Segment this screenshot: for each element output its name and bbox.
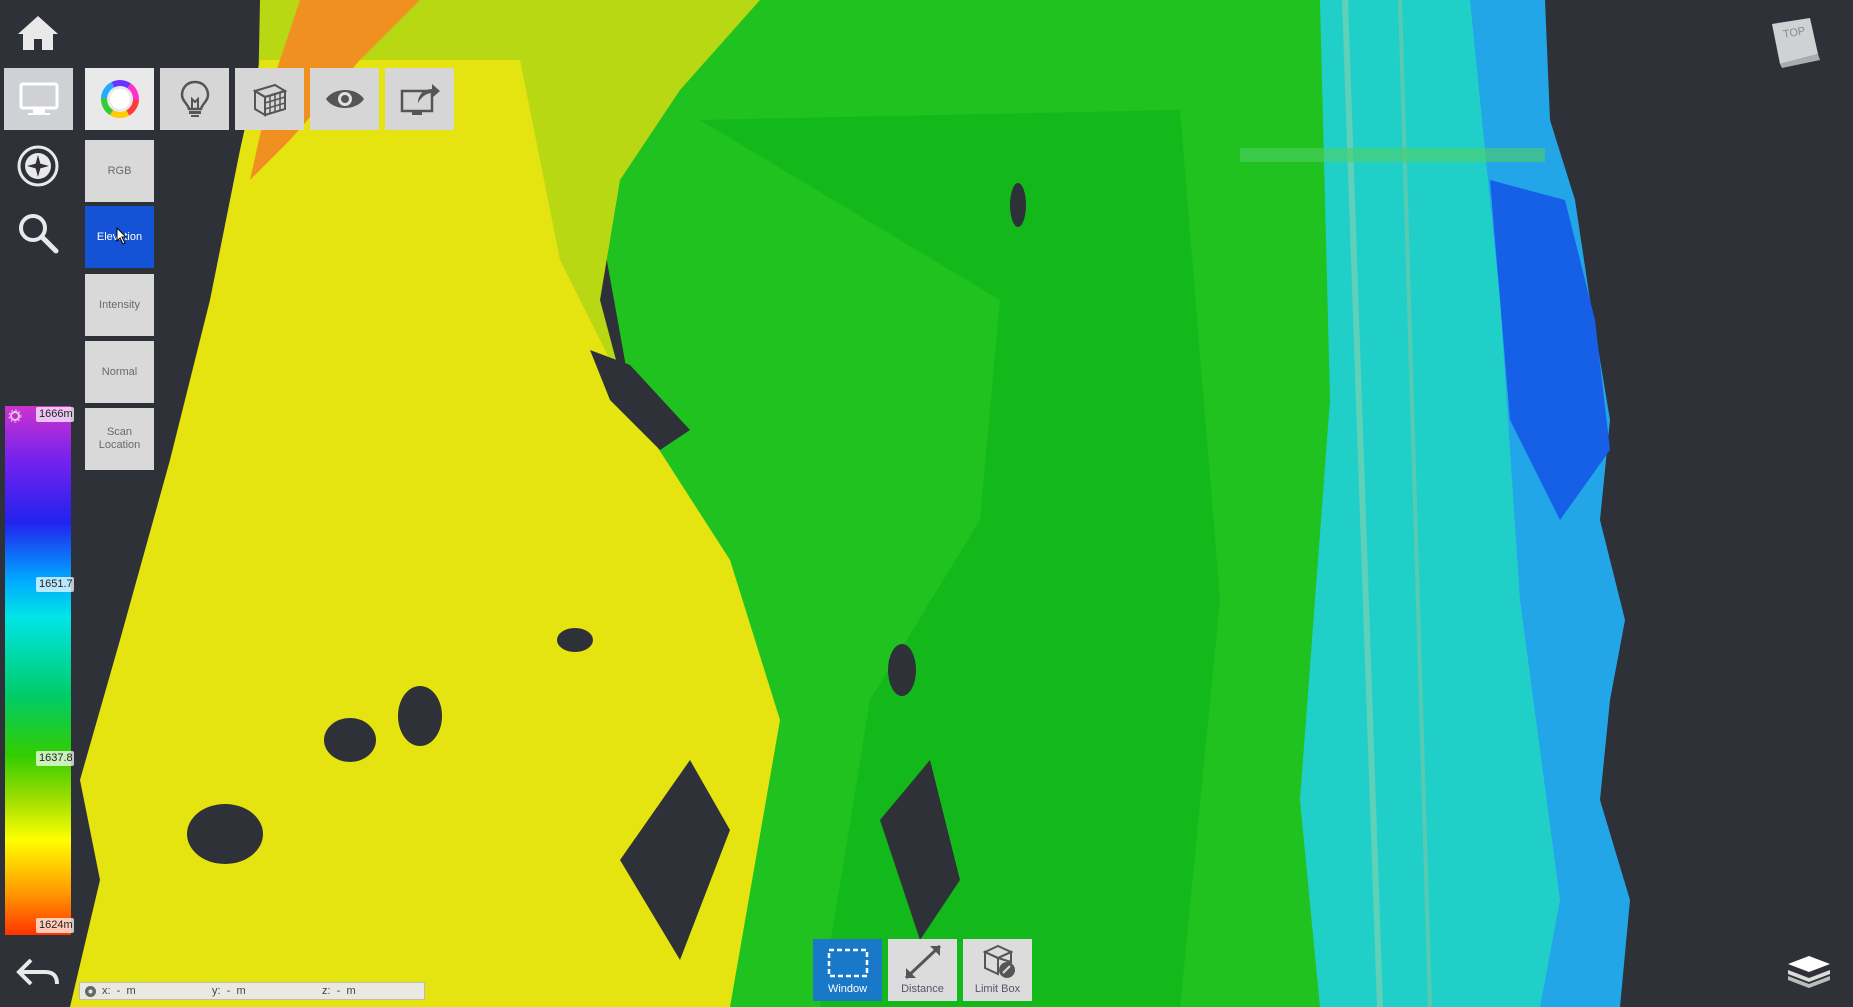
search-button[interactable]: [10, 205, 66, 261]
home-icon: [18, 16, 58, 50]
limit-box-icon: [982, 944, 1015, 978]
search-icon: [19, 214, 59, 254]
limit-box-button[interactable]: Limit Box: [963, 939, 1032, 1001]
window-label: Window: [827, 983, 868, 995]
scale-mid-high-label: 1651.7: [36, 577, 74, 592]
display-mode-button[interactable]: [4, 68, 73, 130]
layers-icon: [1788, 956, 1830, 988]
clipping-box-button[interactable]: [235, 68, 304, 130]
color-mode-button[interactable]: [85, 68, 154, 130]
compass-small-icon: [85, 986, 96, 997]
back-arrow-icon: [16, 958, 59, 986]
elevation-color-scale[interactable]: [5, 406, 71, 935]
coord-z: z: - m: [322, 985, 356, 997]
visibility-button[interactable]: [310, 68, 379, 130]
lighting-button[interactable]: [160, 68, 229, 130]
color-wheel-icon: [100, 80, 139, 118]
lightbulb-icon: [180, 80, 209, 117]
share-screen-icon: [400, 84, 440, 115]
scale-mid-low-label: 1637.8: [36, 751, 74, 766]
color-mode-normal[interactable]: Normal: [85, 341, 154, 403]
monitor-icon: [19, 82, 58, 115]
distance-label: Distance: [901, 983, 944, 995]
color-mode-scan-location[interactable]: Scan Location: [85, 408, 154, 470]
color-mode-intensity[interactable]: Intensity: [85, 274, 154, 336]
coord-x: x: - m: [102, 985, 136, 997]
color-mode-label: RGB: [107, 164, 132, 177]
navigation-button[interactable]: [10, 138, 66, 194]
point-cloud-viewport[interactable]: [0, 0, 1853, 1007]
eye-icon: [325, 90, 364, 108]
color-mode-rgb[interactable]: RGB: [85, 140, 154, 202]
color-mode-label: Intensity: [99, 298, 140, 311]
home-button[interactable]: [10, 4, 66, 60]
view-cube[interactable]: [1768, 14, 1824, 70]
scale-settings-icon[interactable]: [8, 409, 22, 423]
limit-box-label: Limit Box: [974, 983, 1021, 995]
distance-button[interactable]: Distance: [888, 939, 957, 1001]
scale-max-label: 1666m: [36, 407, 74, 422]
cube-grid-icon: [252, 83, 287, 117]
coord-y: y: - m: [212, 985, 246, 997]
layers-button[interactable]: [1781, 942, 1837, 998]
color-mode-label: Normal: [101, 365, 138, 378]
color-mode-label: Scan Location: [98, 426, 141, 451]
compass-icon: [17, 145, 59, 187]
dashed-rectangle-icon: [827, 948, 868, 978]
coordinate-readout: x: - m y: - m z: - m: [79, 982, 425, 1000]
scale-min-label: 1624m: [36, 918, 74, 933]
export-button[interactable]: [385, 68, 454, 130]
distance-ruler-icon: [904, 944, 941, 980]
window-select-button[interactable]: Window: [813, 939, 882, 1001]
back-button[interactable]: [10, 943, 66, 999]
mouse-cursor-icon: [116, 227, 128, 245]
